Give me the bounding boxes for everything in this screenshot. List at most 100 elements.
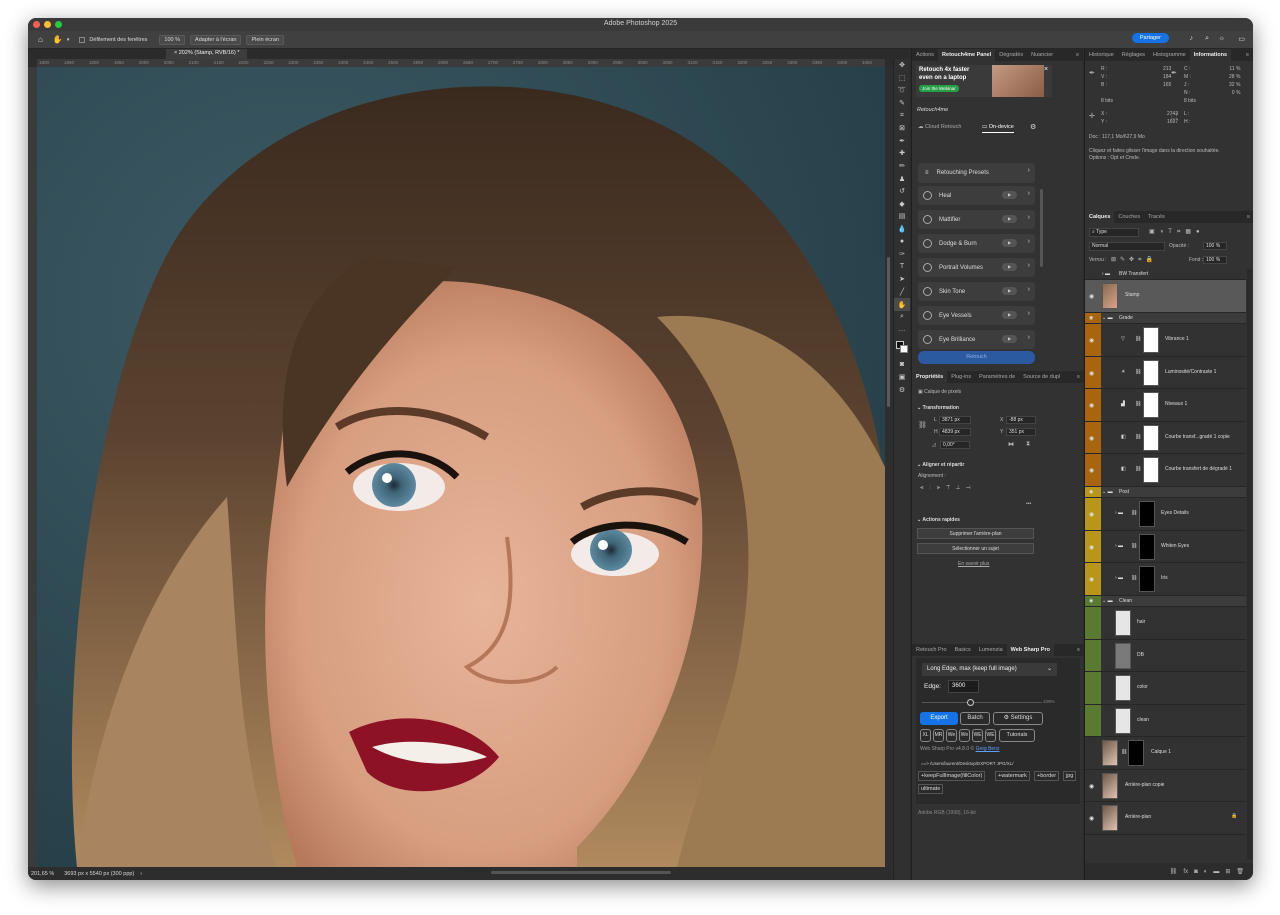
document-canvas[interactable] bbox=[37, 67, 885, 867]
select-subject-button[interactable]: Sélectionner un sujet bbox=[917, 543, 1034, 554]
play-icon[interactable]: ▶ bbox=[1002, 335, 1017, 343]
eye-icon[interactable]: ◉ bbox=[1089, 402, 1094, 409]
chevron-right-icon[interactable]: › bbox=[1028, 310, 1030, 317]
chevron-down-icon[interactable]: ▾ bbox=[67, 37, 70, 43]
retouch-scrollbar[interactable] bbox=[1040, 189, 1043, 267]
settings-gear-icon[interactable]: ⚙ bbox=[1030, 123, 1036, 131]
blur-tool-icon[interactable]: 💧 bbox=[894, 223, 910, 236]
tab-parameters[interactable]: Paramètres de bbox=[975, 371, 1019, 383]
layer-hair[interactable]: hair bbox=[1085, 607, 1246, 640]
tutorials-button[interactable]: Tutorials bbox=[999, 729, 1035, 742]
zoom-100-button[interactable]: 100 % bbox=[159, 34, 186, 45]
radio-icon[interactable] bbox=[923, 287, 932, 296]
tab-plugins[interactable]: Plug-ins bbox=[947, 371, 975, 383]
resize-mode-select[interactable]: Long Edge, max (keep full image) ⌄ bbox=[922, 663, 1057, 676]
edge-input[interactable]: 3600 bbox=[948, 680, 979, 693]
more-options-icon[interactable]: ••• bbox=[1026, 501, 1031, 507]
history-brush-icon[interactable]: ↺ bbox=[894, 185, 910, 198]
chevron-right-icon[interactable]: › bbox=[1028, 262, 1030, 269]
status-chevron-icon[interactable]: › bbox=[140, 871, 142, 877]
plugin-icon[interactable]: ⚙ bbox=[894, 383, 910, 396]
eye-icon[interactable]: ◉ bbox=[1089, 783, 1094, 790]
radio-icon[interactable] bbox=[923, 311, 932, 320]
fit-screen-button[interactable]: Adapter à l'écran bbox=[190, 34, 242, 45]
link-layers-icon[interactable]: ⛓ bbox=[1170, 868, 1178, 875]
batch-button[interactable]: Batch bbox=[960, 712, 990, 725]
hand-tool-icon[interactable]: ✋ bbox=[53, 35, 63, 44]
color-swatches-icon[interactable] bbox=[894, 336, 910, 358]
fill-field[interactable]: 100 % bbox=[1203, 256, 1227, 264]
more-tools-icon[interactable]: … bbox=[894, 323, 910, 336]
height-field[interactable]: 4839 px bbox=[939, 428, 971, 436]
radio-icon[interactable] bbox=[923, 191, 932, 200]
retouching-presets-button[interactable]: ≡ Retouching Presets › bbox=[918, 163, 1035, 183]
move-tool-icon[interactable]: ✥ bbox=[894, 59, 910, 72]
size-mr-button[interactable]: MR bbox=[933, 729, 944, 742]
tab-gradients[interactable]: Dégradés bbox=[995, 49, 1027, 61]
close-tab-icon[interactable]: × bbox=[174, 50, 177, 56]
layer-color[interactable]: color bbox=[1085, 672, 1246, 705]
y-field[interactable]: 351 px bbox=[1006, 428, 1036, 436]
link-icon[interactable]: ⛓ bbox=[918, 421, 927, 429]
flip-vertical-icon[interactable]: ⧗ bbox=[1026, 441, 1030, 448]
tab-info[interactable]: Informations bbox=[1189, 49, 1232, 61]
retouch-item-mattifier[interactable]: Mattifier ▶ › bbox=[918, 210, 1035, 229]
path-select-tool-icon[interactable]: ➤ bbox=[894, 273, 910, 286]
remove-background-button[interactable]: Supprimer l'arrière-plan bbox=[917, 528, 1034, 539]
chevron-right-icon[interactable]: › bbox=[1028, 334, 1030, 341]
chevron-right-icon[interactable]: › bbox=[1028, 190, 1030, 197]
play-icon[interactable]: ▶ bbox=[1002, 287, 1017, 295]
eye-icon[interactable]: ◉ bbox=[1089, 815, 1094, 822]
layers-scrollbar[interactable] bbox=[1247, 269, 1252, 859]
zoom-tool-icon[interactable]: ⌕ bbox=[894, 311, 910, 324]
new-layer-icon[interactable]: ⊞ bbox=[1225, 868, 1230, 875]
layer-group-eyes-details[interactable]: ◉ › ▬ ⛓ Eyes Details bbox=[1085, 498, 1246, 531]
panel-menu-icon[interactable]: ≡ bbox=[1243, 211, 1253, 223]
eye-icon[interactable]: ◉ bbox=[1089, 435, 1094, 442]
tab-actions[interactable]: Actions bbox=[912, 49, 938, 61]
angle-field[interactable]: 0,00° bbox=[940, 441, 970, 449]
edge-slider-knob[interactable] bbox=[967, 699, 974, 706]
panel-menu-icon[interactable]: ≡ bbox=[1072, 49, 1083, 61]
size-we-button-4[interactable]: WE bbox=[985, 729, 996, 742]
tab-swatches[interactable]: Nuancier bbox=[1027, 49, 1057, 61]
chevron-right-icon[interactable]: › bbox=[1028, 238, 1030, 245]
vertical-scroll-thumb[interactable] bbox=[887, 257, 890, 407]
layer-filter-icons[interactable]: ▣◑T⌗▦● bbox=[1149, 228, 1205, 236]
size-we-button-1[interactable]: We bbox=[946, 729, 957, 742]
quick-actions-section[interactable]: ⌄ Actions rapides bbox=[917, 517, 960, 523]
tab-basics[interactable]: Basics bbox=[951, 644, 975, 656]
layer-stamp[interactable]: ◉ Stamp bbox=[1085, 280, 1246, 313]
radio-icon[interactable] bbox=[923, 215, 932, 224]
ruler-left[interactable] bbox=[28, 67, 37, 867]
search-icon[interactable]: ⌕ bbox=[1205, 35, 1209, 43]
adjustment-layer-icon[interactable]: ◐ bbox=[1204, 869, 1208, 875]
align-section[interactable]: ⌄ Aligner et répartir bbox=[917, 462, 964, 468]
delete-layer-icon[interactable]: 🗑 bbox=[1236, 868, 1244, 875]
tag-keep-full-image[interactable]: +keepFullImage(fillColor) bbox=[918, 771, 986, 781]
retouch-item-dodge-burn[interactable]: Dodge & Burn ▶ › bbox=[918, 234, 1035, 253]
on-device-tab[interactable]: ▭ On-device bbox=[982, 124, 1014, 133]
tag-watermark[interactable]: +watermark bbox=[995, 771, 1030, 781]
tab-layers[interactable]: Calques bbox=[1085, 211, 1115, 223]
tag-border[interactable]: +border bbox=[1034, 771, 1060, 781]
share-button[interactable]: Partager bbox=[1131, 33, 1169, 43]
eraser-tool-icon[interactable]: ◆ bbox=[894, 198, 910, 211]
document-info[interactable]: 3693 px x 5540 px (300 ppp) bbox=[64, 871, 134, 877]
align-icons[interactable]: ⫷⫶⫸⊤⊥⊣ bbox=[920, 485, 977, 492]
retouch-item-heal[interactable]: Heal ▶ › bbox=[918, 186, 1035, 205]
layer-background[interactable]: ◉ Arrière-plan 🔒 bbox=[1085, 802, 1246, 835]
websharp-settings-button[interactable]: ⚙ Settings bbox=[993, 712, 1043, 725]
lasso-tool-icon[interactable]: ➰ bbox=[894, 84, 910, 97]
type-tool-icon[interactable]: T bbox=[894, 261, 910, 274]
dodge-tool-icon[interactable]: ● bbox=[894, 235, 910, 248]
tab-retouch-pro[interactable]: Retouch Pro bbox=[912, 644, 951, 656]
eye-icon[interactable]: ◉ bbox=[1089, 511, 1094, 518]
panel-menu-icon[interactable]: ≡ bbox=[1073, 644, 1084, 656]
layer-group-clean[interactable]: ◉ ⌄ ▬ Clean bbox=[1085, 596, 1246, 607]
bell-icon[interactable]: ♪ bbox=[1190, 35, 1194, 42]
quick-mask-icon[interactable]: ◙ bbox=[894, 358, 910, 371]
layer-group-post[interactable]: ◉ ⌄ ▬ Post bbox=[1085, 487, 1246, 498]
eyedropper-tool-icon[interactable]: ✒ bbox=[894, 135, 910, 148]
size-we-button-3[interactable]: WE bbox=[972, 729, 983, 742]
